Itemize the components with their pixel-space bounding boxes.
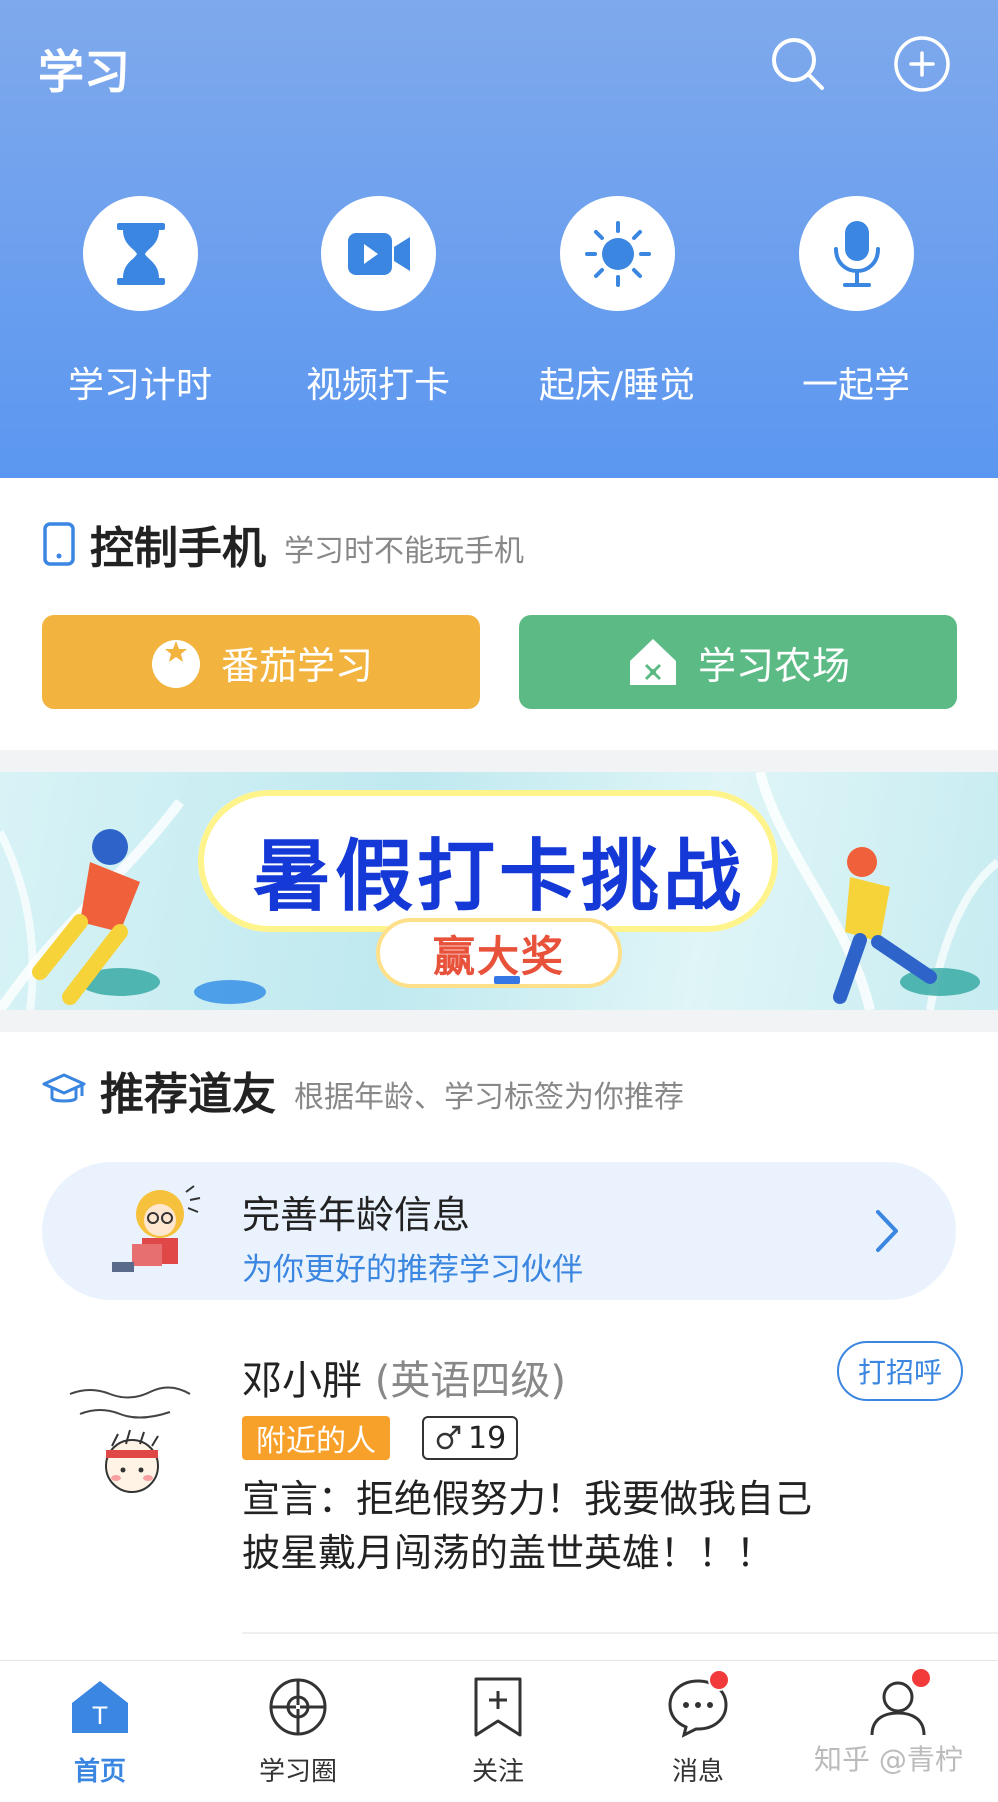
avatar[interactable]: [60, 1372, 200, 1502]
complete-age-info-card[interactable]: 完善年龄信息 为你更好的推荐学习伙伴: [42, 1162, 956, 1300]
tab-home[interactable]: T 首页: [0, 1661, 200, 1802]
friend-name: 邓小胖: [242, 1358, 362, 1404]
list-divider: [242, 1632, 998, 1634]
section-divider: [0, 750, 998, 772]
quick-action-wake-sleep[interactable]: 起床/睡觉: [537, 196, 697, 406]
control-phone-header: 控制手机 学习时不能玩手机: [42, 514, 524, 574]
friend-level: (英语四级): [374, 1358, 566, 1404]
friend-declaration: 宣言：拒绝假努力！我要做我自己披星戴月闯荡的盖世英雄！！！: [242, 1477, 813, 1575]
tab-label: 关注: [471, 1757, 524, 1787]
section-divider: [0, 1010, 998, 1032]
recommend-subtitle: 根据年龄、学习标签为你推荐: [294, 1080, 684, 1115]
chevron-right-icon: [876, 1210, 898, 1252]
quick-action-video-checkin[interactable]: 视频打卡: [298, 196, 458, 406]
tomato-study-label: 番茄学习: [220, 643, 373, 688]
farm-house-icon: [629, 639, 676, 685]
notification-badge: [910, 1667, 932, 1689]
search-icon[interactable]: [768, 34, 828, 94]
header: 学习 学习计时 视频打卡 起床/睡觉 一起学: [0, 0, 998, 478]
age-value: 19: [468, 1420, 507, 1456]
aperture-icon: [269, 1678, 327, 1736]
summer-challenge-banner[interactable]: 暑假打卡挑战 赢大奖: [0, 772, 998, 1010]
tab-messages[interactable]: 消息: [598, 1661, 798, 1802]
tab-study-circle[interactable]: 学习圈: [198, 1661, 398, 1802]
banner-subtitle: 赢大奖: [432, 931, 565, 981]
quick-action-label: 起床/睡觉: [538, 365, 696, 406]
info-card-title: 完善年龄信息: [242, 1193, 471, 1237]
graduation-cap-icon: [42, 1073, 86, 1103]
tomato-study-button[interactable]: 番茄学习: [42, 615, 480, 709]
banner-title: 暑假打卡挑战: [252, 832, 745, 922]
age-tag: 19: [422, 1416, 519, 1460]
home-icon: T: [72, 1681, 128, 1733]
control-phone-subtitle: 学习时不能玩手机: [284, 534, 524, 569]
microphone-icon: [833, 220, 880, 287]
bottom-tab-bar: T 首页 学习圈 关注 消息: [0, 1660, 998, 1802]
tab-label: 首页: [73, 1757, 126, 1787]
tab-follow[interactable]: 关注: [398, 1661, 598, 1802]
watermark: 知乎 @青柠: [814, 1743, 963, 1776]
recommend-title: 推荐道友: [100, 1069, 276, 1120]
tab-label: 消息: [671, 1757, 724, 1787]
nearby-tag: 附近的人: [242, 1416, 390, 1460]
gender-male-icon: [436, 1425, 461, 1450]
recommend-header: 推荐道友 根据年龄、学习标签为你推荐: [42, 1060, 684, 1120]
quick-action-label: 视频打卡: [305, 365, 450, 406]
svg-text:T: T: [92, 1702, 108, 1730]
unread-badge: [708, 1669, 730, 1691]
quick-action-study-together[interactable]: 一起学: [776, 196, 936, 406]
info-card-subtitle: 为你更好的推荐学习伙伴: [242, 1252, 583, 1288]
quick-action-label: 一起学: [801, 365, 910, 406]
video-camera-icon: [347, 232, 410, 275]
greet-button[interactable]: 打招呼: [837, 1341, 963, 1401]
phone-icon: [43, 522, 75, 566]
study-farm-button[interactable]: 学习农场: [519, 615, 957, 709]
tab-profile[interactable]: [798, 1661, 998, 1802]
study-farm-label: 学习农场: [697, 643, 850, 688]
reading-kid-illustration: [112, 1185, 201, 1272]
quick-action-study-timer[interactable]: 学习计时: [60, 196, 220, 406]
bookmark-add-icon: [474, 1677, 522, 1737]
tomato-icon: [151, 640, 200, 688]
carousel-indicator: [494, 976, 520, 984]
quick-action-label: 学习计时: [67, 365, 212, 406]
friend-name-row: 邓小胖 (英语四级): [242, 1348, 566, 1406]
sun-icon: [584, 220, 651, 287]
page-title: 学习: [38, 45, 130, 99]
add-circle-icon[interactable]: [892, 34, 952, 94]
tab-label: 学习圈: [258, 1757, 337, 1787]
control-phone-title: 控制手机: [90, 523, 266, 574]
hourglass-icon: [116, 222, 165, 285]
